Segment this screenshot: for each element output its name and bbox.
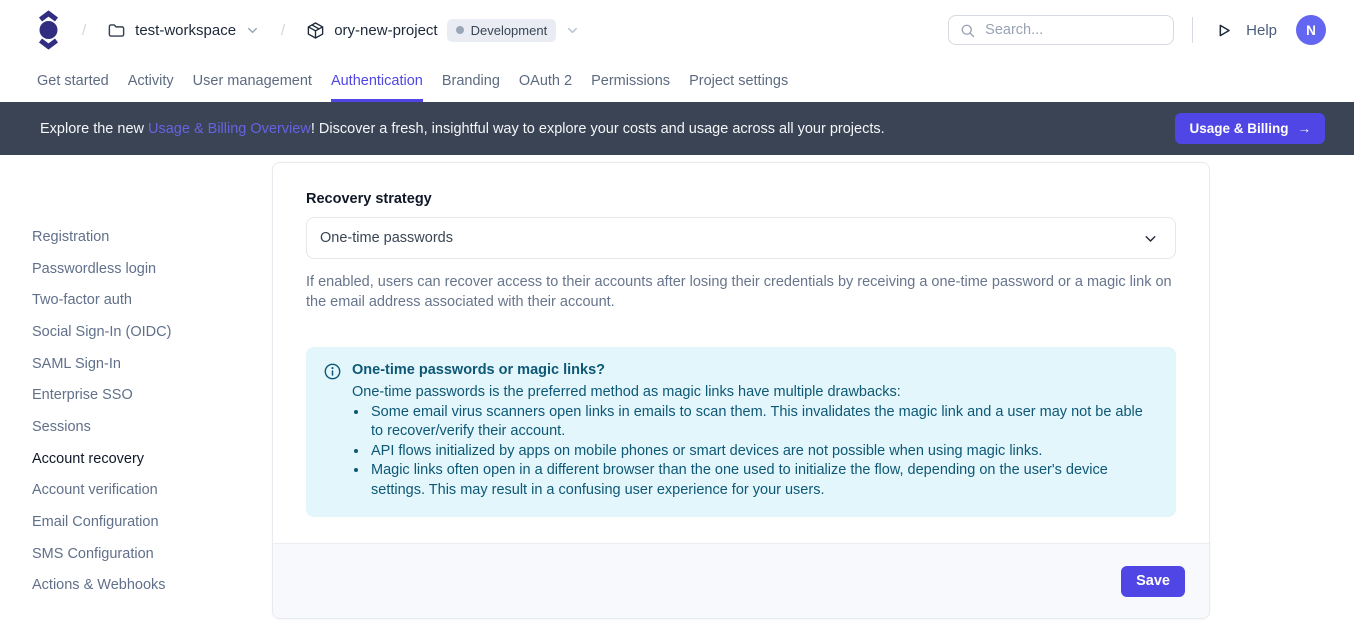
- recovery-strategy-label: Recovery strategy: [306, 191, 1176, 207]
- sidebar-item-two-factor-auth[interactable]: Two-factor auth: [32, 284, 272, 316]
- environment-badge: Development: [447, 19, 557, 42]
- run-button[interactable]: [1210, 17, 1237, 44]
- info-callout-body: One-time passwords or magic links? One-t…: [352, 362, 1158, 500]
- arrow-right-icon: →: [1298, 121, 1312, 136]
- sidebar-item-registration[interactable]: Registration: [32, 221, 272, 253]
- avatar-initial: N: [1306, 23, 1316, 38]
- recovery-description: If enabled, users can recover access to …: [306, 272, 1176, 312]
- ory-logo[interactable]: [36, 10, 61, 50]
- help-link[interactable]: Help: [1246, 22, 1277, 39]
- workspace-name: test-workspace: [135, 22, 236, 39]
- tab-activity[interactable]: Activity: [128, 60, 174, 102]
- breadcrumb-separator: /: [281, 22, 285, 39]
- topbar-divider: [1192, 17, 1193, 43]
- content-area: Registration Passwordless login Two-fact…: [0, 155, 1354, 625]
- settings-sidebar: Registration Passwordless login Two-fact…: [0, 155, 272, 625]
- breadcrumb-separator: /: [82, 22, 86, 39]
- environment-dot-icon: [456, 26, 464, 34]
- workspace-switcher[interactable]: test-workspace: [107, 21, 260, 40]
- banner-text-prefix: Explore the new: [40, 121, 148, 137]
- tab-branding[interactable]: Branding: [442, 60, 500, 102]
- announcement-banner: Explore the new Usage & Billing Overview…: [0, 102, 1354, 155]
- info-callout-intro: One-time passwords is the preferred meth…: [352, 383, 1158, 403]
- banner-message: Explore the new Usage & Billing Overview…: [40, 121, 1175, 137]
- chevron-down-icon: [565, 23, 580, 38]
- sidebar-item-email-configuration[interactable]: Email Configuration: [32, 506, 272, 538]
- environment-label: Development: [471, 23, 548, 38]
- project-nav-tabs: Get started Activity User management Aut…: [0, 60, 1354, 102]
- ory-logo-icon: [36, 10, 61, 50]
- tab-permissions[interactable]: Permissions: [591, 60, 670, 102]
- sidebar-item-social-sign-in[interactable]: Social Sign-In (OIDC): [32, 316, 272, 348]
- usage-billing-button-label: Usage & Billing: [1189, 121, 1288, 136]
- account-recovery-card: Recovery strategy One-time passwords If …: [272, 162, 1210, 619]
- topbar: / test-workspace / ory-new-project Devel…: [0, 0, 1354, 60]
- search-box: [948, 15, 1174, 45]
- sidebar-item-saml-sign-in[interactable]: SAML Sign-In: [32, 348, 272, 380]
- sidebar-item-sessions[interactable]: Sessions: [32, 411, 272, 443]
- usage-billing-button[interactable]: Usage & Billing →: [1175, 113, 1325, 144]
- play-icon: [1214, 21, 1233, 40]
- chevron-down-icon: [1142, 230, 1159, 247]
- sidebar-item-account-recovery[interactable]: Account recovery: [32, 443, 272, 475]
- sidebar-item-sms-configuration[interactable]: SMS Configuration: [32, 538, 272, 570]
- search-icon: [960, 22, 975, 39]
- info-callout: One-time passwords or magic links? One-t…: [306, 347, 1176, 517]
- tab-oauth2[interactable]: OAuth 2: [519, 60, 572, 102]
- sidebar-item-enterprise-sso[interactable]: Enterprise SSO: [32, 379, 272, 411]
- tab-authentication[interactable]: Authentication: [331, 60, 423, 102]
- banner-text-suffix: ! Discover a fresh, insightful way to ex…: [311, 121, 885, 137]
- project-name: ory-new-project: [334, 22, 437, 39]
- tab-user-management[interactable]: User management: [193, 60, 312, 102]
- sidebar-item-passwordless-login[interactable]: Passwordless login: [32, 253, 272, 285]
- chevron-down-icon: [245, 23, 260, 38]
- info-callout-title: One-time passwords or magic links?: [352, 362, 1158, 378]
- card-footer: Save: [273, 543, 1209, 618]
- info-callout-list: Some email virus scanners open links in …: [352, 403, 1158, 501]
- tab-get-started[interactable]: Get started: [37, 60, 109, 102]
- package-icon: [306, 21, 325, 40]
- folder-icon: [107, 21, 126, 40]
- tab-project-settings[interactable]: Project settings: [689, 60, 788, 102]
- recovery-strategy-value: One-time passwords: [320, 230, 453, 246]
- usage-billing-link[interactable]: Usage & Billing Overview: [148, 121, 311, 137]
- info-callout-bullet: API flows initialized by apps on mobile …: [369, 442, 1158, 462]
- info-callout-bullet: Magic links often open in a different br…: [369, 461, 1158, 500]
- save-button[interactable]: Save: [1121, 566, 1185, 597]
- recovery-strategy-select[interactable]: One-time passwords: [306, 217, 1176, 259]
- info-callout-bullet: Some email virus scanners open links in …: [369, 403, 1158, 442]
- info-icon: [324, 363, 341, 380]
- avatar[interactable]: N: [1296, 15, 1326, 45]
- sidebar-item-account-verification[interactable]: Account verification: [32, 475, 272, 507]
- search-input[interactable]: [983, 21, 1162, 39]
- sidebar-item-actions-webhooks[interactable]: Actions & Webhooks: [32, 570, 272, 602]
- project-switcher[interactable]: ory-new-project Development: [306, 19, 580, 42]
